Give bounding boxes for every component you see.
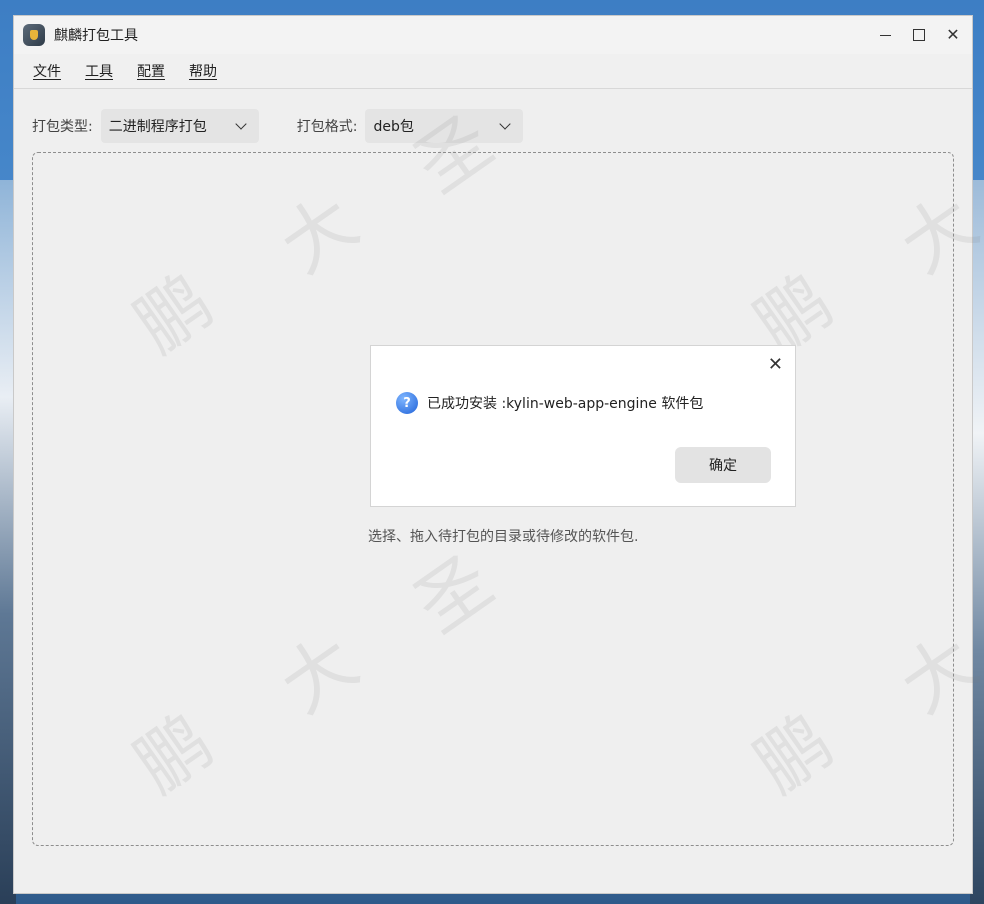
chevron-down-icon [499,118,512,130]
maximize-button[interactable] [902,16,936,54]
menu-help[interactable]: 帮助 [189,61,217,81]
window-title: 麒麟打包工具 [54,28,138,44]
minimize-button[interactable] [868,16,902,54]
package-format-select[interactable]: deb包 [365,109,524,143]
menu-file[interactable]: 文件 [33,61,61,81]
package-type-select[interactable]: 二进制程序打包 [100,109,259,143]
app-logo-icon [23,24,45,46]
package-format-value: deb包 [373,119,414,135]
menu-tools[interactable]: 工具 [85,61,113,81]
package-format-label: 打包格式: [296,119,358,135]
install-success-dialog: ✕ ? 已成功安装 :kylin-web-app-engine 软件包 确定 [370,345,796,507]
close-window-button[interactable]: ✕ [936,16,970,54]
package-type-value: 二进制程序打包 [108,119,207,135]
maximize-icon [913,29,925,41]
app-window: 麒麟打包工具 ✕ 文件 工具 配置 帮助 打包类型: 二进制程序打包 打包格式:… [13,15,984,894]
dialog-message: 已成功安装 :kylin-web-app-engine 软件包 [427,396,704,412]
dialog-close-button[interactable]: ✕ [768,356,783,374]
dialog-message-row: ? 已成功安装 :kylin-web-app-engine 软件包 [396,392,703,414]
drop-zone-hint: 选择、拖入待打包的目录或待修改的软件包. [368,529,639,545]
title-bar[interactable]: 麒麟打包工具 ✕ [14,16,972,54]
confirm-button[interactable]: 确定 [675,447,771,483]
question-icon: ? [396,392,418,414]
options-bar: 打包类型: 二进制程序打包 打包格式: deb包 [14,108,972,144]
menu-bar: 文件 工具 配置 帮助 [14,54,972,89]
menu-config[interactable]: 配置 [137,61,165,81]
chevron-down-icon [235,118,247,130]
package-type-label: 打包类型: [32,119,93,135]
close-icon: ✕ [946,25,960,44]
minimize-icon [879,34,891,36]
